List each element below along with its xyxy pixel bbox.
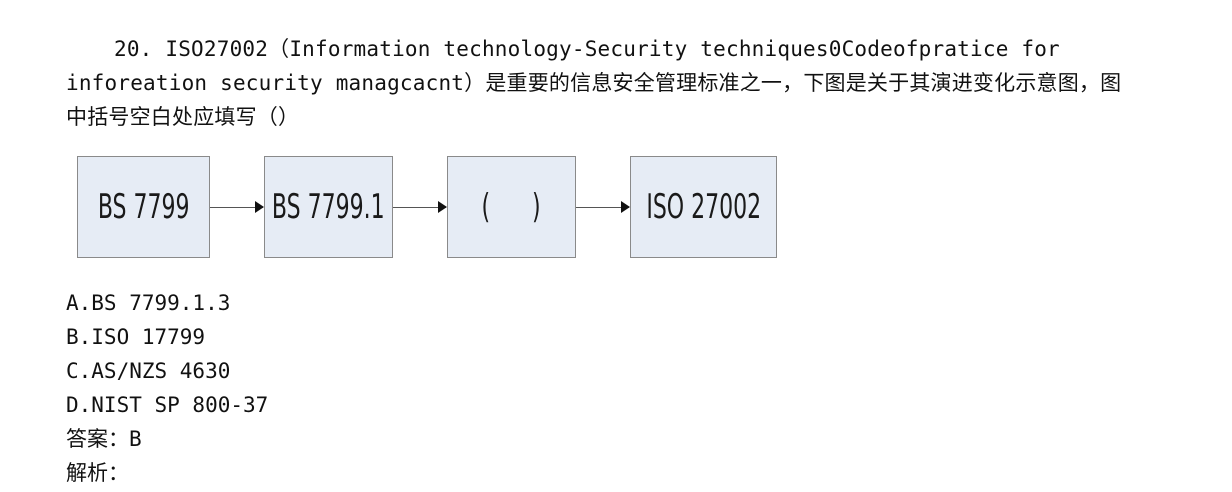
option-b: B.ISO 17799	[66, 325, 206, 349]
diagram-box-blank: ( )	[447, 156, 576, 258]
question-body: ISO27002（Information technology-Security…	[66, 37, 1122, 129]
analysis-line: 解析：	[66, 461, 129, 485]
option-d: D.NIST SP 800-37	[66, 393, 269, 417]
question-number: 20.	[114, 37, 153, 61]
diagram-box-iso27002: ISO 27002	[630, 156, 777, 258]
option-c: C.AS/NZS 4630	[66, 359, 231, 383]
answer-line: 答案：B	[66, 427, 142, 451]
diagram-box-bs7799: BS 7799	[77, 156, 210, 258]
arrow-icon	[393, 201, 447, 213]
diagram-box-label: ISO 27002	[646, 187, 761, 227]
answer-options: A.BS 7799.1.3 B.ISO 17799 C.AS/NZS 4630 …	[66, 286, 268, 490]
arrow-icon	[576, 201, 630, 213]
diagram-box-label: BS 7799.1	[272, 187, 385, 227]
question-text: 20. ISO27002（Information technology-Secu…	[66, 32, 1126, 134]
option-a: A.BS 7799.1.3	[66, 291, 231, 315]
diagram-box-label: ( )	[481, 187, 542, 227]
arrow-icon	[210, 201, 264, 213]
diagram-box-label: BS 7799	[97, 187, 190, 227]
diagram-box-bs7799-1: BS 7799.1	[264, 156, 393, 258]
